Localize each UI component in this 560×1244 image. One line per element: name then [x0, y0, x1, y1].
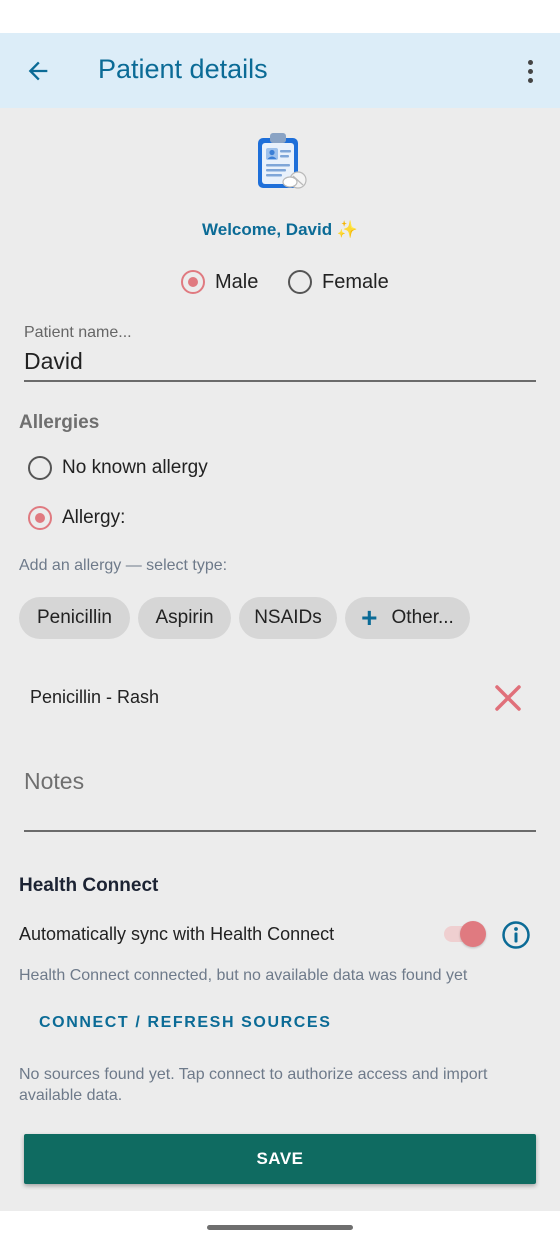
radio-selected-icon	[28, 506, 52, 530]
radio-unselected-icon	[288, 270, 312, 294]
more-vert-icon	[527, 59, 533, 65]
allergies-section-title: Allergies	[19, 412, 100, 433]
clipboard-medical-icon	[258, 133, 307, 189]
more-options-button[interactable]	[518, 55, 542, 87]
plus-icon: +	[361, 602, 378, 633]
gender-female-label: Female	[322, 270, 389, 293]
patient-name-underline	[24, 380, 536, 382]
app-bar: Patient details	[0, 33, 560, 108]
page-title: Patient details	[98, 54, 268, 84]
patient-name-input[interactable]: David	[24, 348, 83, 375]
gender-male-label: Male	[215, 270, 259, 293]
chip-other[interactable]: + Other...	[345, 597, 470, 639]
gender-female-option[interactable]: Female	[288, 270, 389, 294]
home-gesture-handle[interactable]	[207, 1225, 353, 1230]
no-known-allergy-option[interactable]: No known allergy	[28, 456, 208, 480]
notes-underline	[24, 830, 536, 832]
sources-info-text: No sources found yet. Tap connect to aut…	[19, 1066, 488, 1104]
chip-penicillin[interactable]: Penicillin	[19, 597, 130, 639]
navigation-bar	[0, 1211, 560, 1244]
welcome-text: Welcome, David ✨	[202, 220, 358, 239]
back-button[interactable]	[22, 55, 54, 87]
allergy-option[interactable]: Allergy:	[28, 506, 125, 530]
remove-allergy-button[interactable]	[492, 682, 524, 714]
sync-toggle[interactable]	[444, 920, 488, 948]
health-connect-section-title: Health Connect	[19, 875, 159, 896]
add-allergy-hint: Add an allergy — select type:	[19, 557, 228, 574]
health-connect-status: Health Connect connected, but no availab…	[19, 967, 468, 984]
gender-male-option[interactable]: Male	[181, 270, 258, 294]
info-button[interactable]	[501, 920, 531, 950]
chip-nsaids[interactable]: NSAIDs	[239, 597, 337, 639]
arrow-left-icon	[28, 61, 48, 81]
no-known-allergy-label: No known allergy	[62, 457, 208, 478]
connect-refresh-button[interactable]: CONNECT / REFRESH SOURCES	[39, 1014, 331, 1032]
patient-name-label: Patient name...	[24, 324, 132, 341]
allergy-label: Allergy:	[62, 507, 126, 528]
chip-other-label: Other...	[391, 607, 454, 628]
status-bar	[0, 0, 560, 33]
allergy-entry: Penicillin - Rash	[30, 687, 160, 707]
patient-form: Welcome, David ✨ Male Female Patient nam…	[0, 108, 560, 1211]
notes-input[interactable]: Notes	[24, 768, 84, 795]
info-icon	[502, 921, 530, 949]
radio-selected-icon	[181, 270, 205, 294]
chip-aspirin[interactable]: Aspirin	[138, 597, 231, 639]
save-button[interactable]: SAVE	[24, 1134, 536, 1184]
close-icon	[495, 685, 521, 711]
sync-label: Automatically sync with Health Connect	[19, 924, 335, 944]
radio-unselected-icon	[28, 456, 52, 480]
